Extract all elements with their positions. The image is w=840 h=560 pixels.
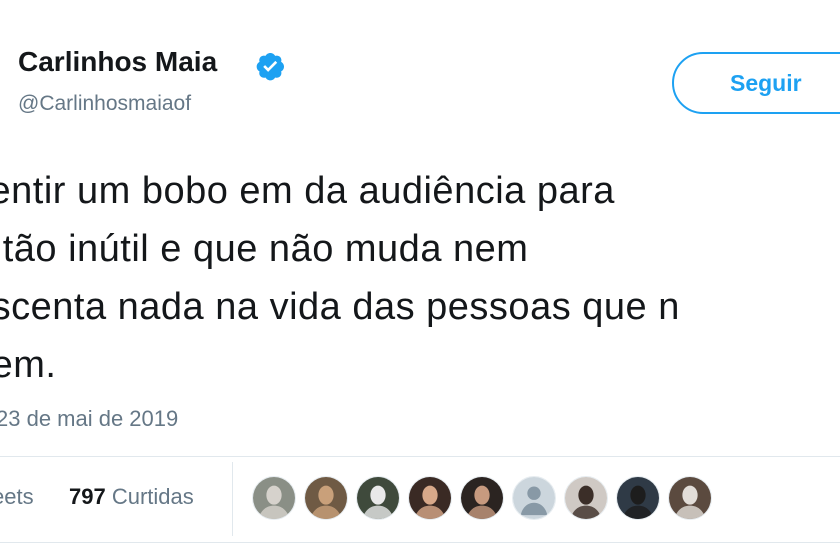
- likes-label: Curtidas: [111, 484, 194, 509]
- retweets-stat[interactable]: eets: [0, 484, 34, 510]
- liker-photo-avatar[interactable]: [304, 476, 348, 520]
- follow-button[interactable]: Seguir: [672, 52, 840, 114]
- liker-photo-avatar[interactable]: [564, 476, 608, 520]
- liker-photo-avatar[interactable]: [668, 476, 712, 520]
- likes-stat[interactable]: 797 Curtidas: [69, 484, 194, 510]
- tweet-text-line: escenta nada na vida das pessoas que n: [0, 286, 680, 328]
- divider: [0, 456, 840, 457]
- divider: [0, 542, 840, 543]
- author-name[interactable]: Carlinhos Maia: [18, 46, 217, 78]
- liker-photo-avatar[interactable]: [408, 476, 452, 520]
- likes-count: 797: [69, 484, 106, 509]
- tweet-text-line: uem.: [0, 344, 57, 386]
- tweet-text-line: o tão inútil e que não muda nem: [0, 228, 529, 270]
- liker-photo-avatar[interactable]: [460, 476, 504, 520]
- liker-photo-avatar[interactable]: [356, 476, 400, 520]
- default-profile-avatar[interactable]: [512, 476, 556, 520]
- verified-badge-icon: [254, 50, 286, 82]
- author-handle[interactable]: @Carlinhosmaiaof: [18, 92, 191, 116]
- liker-photo-avatar[interactable]: [616, 476, 660, 520]
- tweet-text-line: sentir um bobo em da audiência para: [0, 170, 615, 212]
- stats-separator: [232, 462, 233, 536]
- liker-photo-avatar[interactable]: [252, 476, 296, 520]
- tweet-timestamp[interactable]: 23 de mai de 2019: [0, 406, 178, 432]
- tweet-header: Carlinhos Maia @Carlinhosmaiaof Seguir: [0, 0, 840, 140]
- tweet-text: sentir um bobo em da audiência para o tã…: [0, 162, 840, 394]
